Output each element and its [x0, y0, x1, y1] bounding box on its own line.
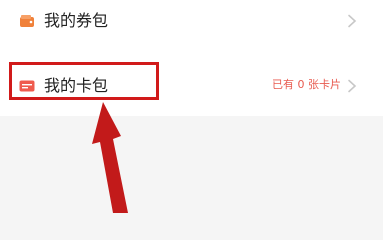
- menu-item-coupons[interactable]: 我的券包: [0, 0, 383, 50]
- menu-item-label: 我的券包: [44, 11, 109, 30]
- card-count-text: 已有 0 张卡片: [272, 78, 341, 91]
- screen: 我的券包 我的卡包 已有 0 张卡片: [0, 0, 383, 213]
- wallet-icon: [20, 15, 34, 27]
- chevron-right-icon: [348, 14, 357, 28]
- chevron-right-icon: [348, 79, 357, 93]
- highlight-box: [9, 62, 159, 100]
